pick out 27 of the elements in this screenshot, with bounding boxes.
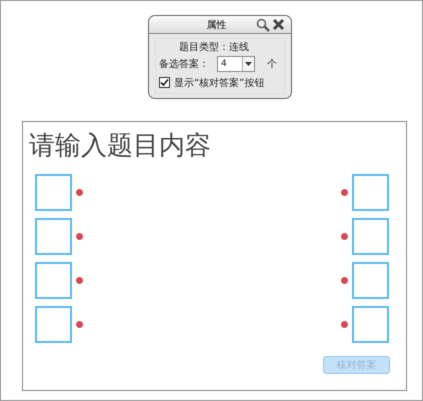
answer-box[interactable] bbox=[352, 218, 389, 254]
answer-box[interactable] bbox=[352, 262, 389, 298]
answer-box[interactable] bbox=[352, 306, 389, 342]
answer-box[interactable] bbox=[352, 174, 389, 210]
answer-box[interactable] bbox=[35, 174, 72, 210]
connector-dot[interactable] bbox=[341, 232, 348, 240]
connector-dot[interactable] bbox=[341, 188, 348, 196]
question-prompt[interactable]: 请输入题目内容 bbox=[23, 122, 406, 164]
type-label: 题目类型：连线 bbox=[179, 40, 249, 54]
count-dropdown[interactable]: 4 bbox=[217, 56, 255, 72]
close-icon[interactable] bbox=[272, 18, 285, 31]
connector-dot[interactable] bbox=[341, 320, 348, 328]
connector-dot[interactable] bbox=[76, 188, 83, 196]
answer-box[interactable] bbox=[35, 262, 72, 298]
connector-dot[interactable] bbox=[341, 276, 348, 284]
count-label: 备选答案： bbox=[159, 58, 209, 70]
answer-box[interactable] bbox=[35, 218, 72, 254]
connector-dot[interactable] bbox=[76, 320, 83, 328]
checkbox[interactable] bbox=[159, 77, 170, 88]
connector-dot[interactable] bbox=[76, 232, 83, 240]
search-icon[interactable] bbox=[256, 18, 270, 32]
dropdown-caret-icon bbox=[245, 62, 252, 66]
count-unit: 个 bbox=[267, 58, 277, 70]
connector-dot[interactable] bbox=[76, 276, 83, 284]
panel-title: 属性 bbox=[206, 18, 228, 32]
answer-box[interactable] bbox=[35, 306, 72, 342]
checkbox-label: 显示“核对答案”按钮 bbox=[174, 76, 264, 90]
